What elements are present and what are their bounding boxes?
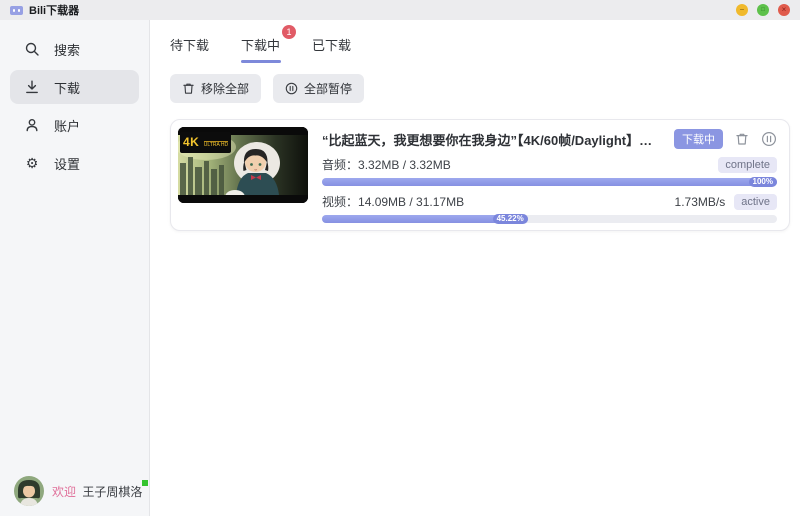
download-speed: 1.73MB/s (674, 194, 726, 209)
download-icon (24, 79, 40, 95)
audio-label: 音频： (322, 158, 359, 172)
search-icon (24, 41, 40, 57)
4k-label: 4K (183, 135, 200, 149)
audio-status-badge: complete (718, 156, 777, 173)
remove-all-button[interactable]: 移除全部 (170, 74, 262, 103)
app-window: Bili下载器 − □ × 搜索 下载 账户 ⚙ 设置 欢迎 王子周棋洛 待下载… (0, 0, 800, 516)
4k-quality-badge: 4K ULTRA HD (180, 132, 232, 153)
sidebar-item-label: 下载 (54, 80, 81, 96)
tab-count-badge: 1 (282, 25, 297, 39)
remove-all-label: 移除全部 (201, 82, 250, 96)
audio-stat-row: 音频： 3.32MB / 3.32MB complete (322, 156, 777, 173)
pause-all-button[interactable]: 全部暂停 (273, 74, 365, 103)
sidebar-item-label: 搜索 (54, 42, 81, 58)
tab-downloading[interactable]: 下载中 1 (240, 25, 297, 64)
close-button[interactable]: × (778, 4, 790, 16)
active-tab-underline (240, 60, 281, 63)
video-title: “比起蓝天，我更想要你在我身边”【4K/60帧/Daylight】天气之子 (322, 132, 663, 148)
sidebar-item-settings[interactable]: ⚙ 设置 (10, 146, 139, 180)
titlebar: Bili下载器 − □ × (0, 0, 800, 20)
sidebar-item-search[interactable]: 搜索 (10, 32, 139, 66)
toolbar: 移除全部 全部暂停 (150, 74, 800, 103)
video-thumbnail[interactable]: 4K ULTRA HD (178, 127, 308, 203)
tab-bar: 待下载 下载中 1 已下载 (150, 25, 800, 64)
sidebar-item-account[interactable]: 账户 (10, 108, 139, 142)
gear-icon: ⚙ (25, 154, 39, 171)
video-size: 14.09MB / 31.17MB (358, 194, 465, 209)
tab-pending[interactable]: 待下载 (170, 32, 209, 64)
video-status-badge: active (734, 193, 777, 210)
user-panel: 欢迎 王子周棋洛 (14, 476, 142, 506)
audio-percent-label: 100% (748, 177, 777, 187)
sidebar-item-download[interactable]: 下载 (10, 70, 139, 104)
tab-label: 待下载 (170, 38, 210, 53)
minimize-button[interactable]: − (736, 4, 748, 16)
sidebar: 搜索 下载 账户 ⚙ 设置 欢迎 王子周棋洛 (0, 20, 150, 516)
video-progress-fill: 45.22% (322, 214, 528, 224)
trash-icon (182, 82, 195, 95)
download-item-body: “比起蓝天，我更想要你在我身边”【4K/60帧/Daylight】天气之子 下载… (322, 127, 782, 224)
maximize-button[interactable]: □ (757, 4, 769, 16)
audio-size: 3.32MB / 3.32MB (358, 157, 451, 172)
tab-label: 已下载 (312, 38, 352, 53)
video-percent-label: 45.22% (492, 214, 528, 224)
delete-item-button[interactable] (734, 131, 750, 147)
audio-progress-bar: 100% (322, 177, 777, 187)
user-text: 欢迎 王子周棋洛 (52, 483, 142, 500)
pause-item-button[interactable] (761, 131, 777, 147)
online-indicator (142, 480, 148, 486)
ultra-hd-label: ULTRA HD (203, 141, 229, 148)
pause-circle-icon (285, 82, 298, 95)
user-icon (24, 117, 40, 133)
avatar (14, 476, 44, 506)
sidebar-item-label: 账户 (54, 118, 81, 134)
app-logo-icon (10, 5, 23, 15)
sidebar-item-label: 设置 (54, 156, 81, 172)
username-label: 王子周棋洛 (82, 484, 143, 499)
window-controls: − □ × (736, 4, 790, 16)
video-label: 视频： (322, 195, 359, 209)
app-title: Bili下载器 (29, 5, 80, 17)
download-item-card: 4K ULTRA HD “比起蓝天，我更想要你在我身边”【4K/60帧/Dayl… (170, 119, 790, 231)
pause-all-label: 全部暂停 (304, 82, 353, 96)
video-stat-row: 视频： 14.09MB / 31.17MB 1.73MB/s active (322, 193, 777, 210)
tab-downloaded[interactable]: 已下载 (312, 32, 351, 64)
status-badge: 下载中 (674, 129, 723, 149)
greeting-label: 欢迎 (52, 484, 77, 499)
main-content: 待下载 下载中 1 已下载 移除全部 全部暂停 4K ULTRA HD “比起蓝… (150, 20, 800, 516)
audio-progress-fill: 100% (322, 177, 777, 187)
video-progress-bar: 45.22% (322, 214, 777, 224)
tab-label: 下载中 (241, 38, 281, 53)
